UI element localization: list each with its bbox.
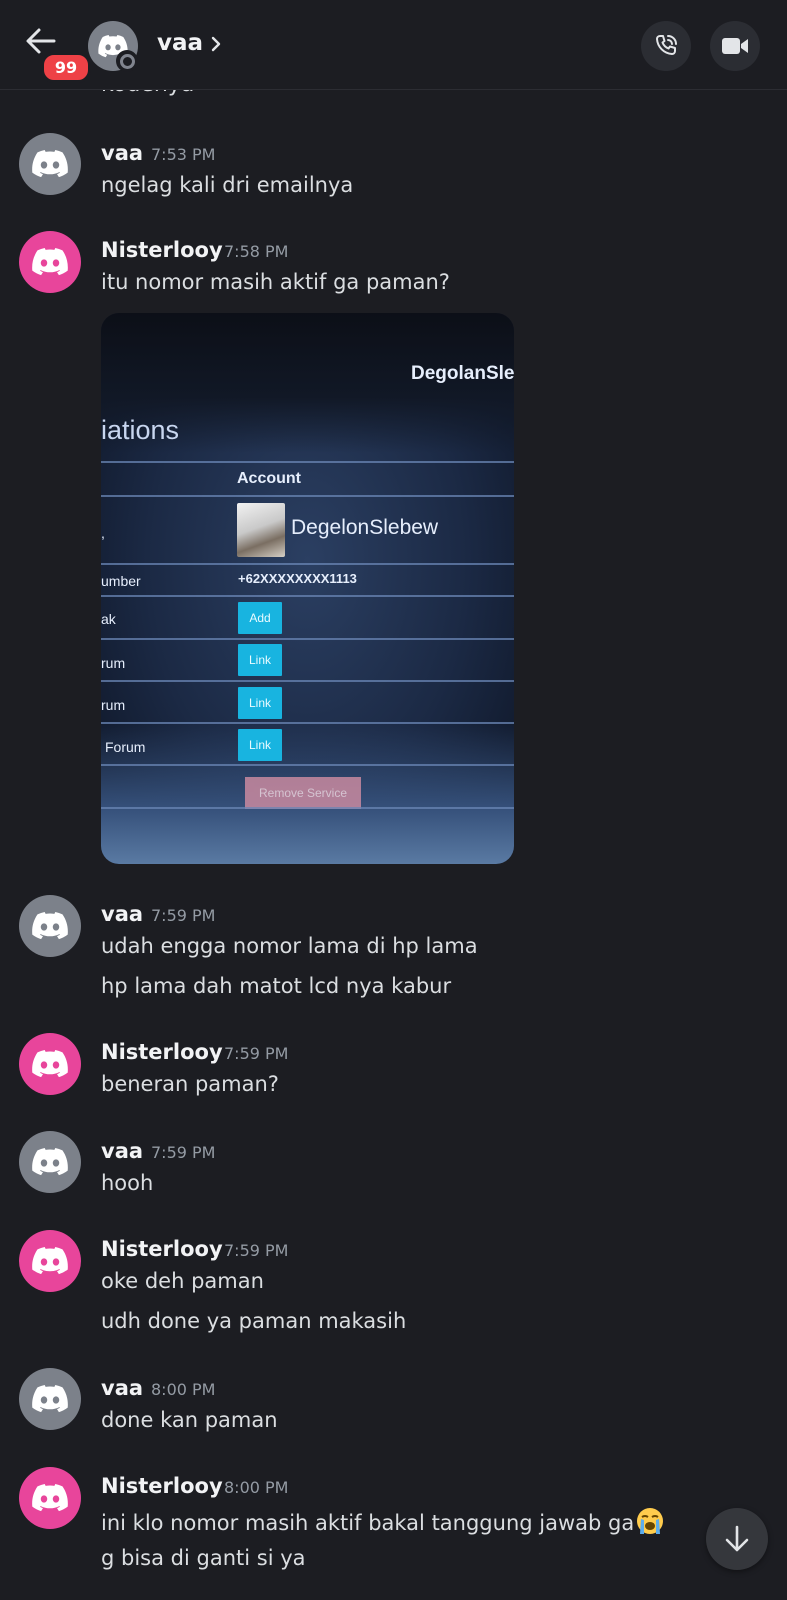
discord-logo-icon xyxy=(32,1385,68,1413)
row-label: rum xyxy=(101,697,126,713)
attachment-column-header: Account xyxy=(237,470,301,487)
message-timestamp: 7:58 PM xyxy=(224,242,289,261)
video-call-button[interactable] xyxy=(710,21,760,71)
message-text: ngelag kali dri emailnya xyxy=(101,173,354,197)
message-author[interactable]: vaa xyxy=(101,1139,143,1163)
attachment-phone: +62XXXXXXXX1113 xyxy=(238,571,357,586)
message-author[interactable]: Nisterlooy xyxy=(101,1040,223,1064)
divider xyxy=(101,680,514,682)
arrow-down-icon xyxy=(725,1525,749,1552)
message-author[interactable]: Nisterlooy xyxy=(101,238,223,262)
account-photo xyxy=(237,503,285,557)
message-timestamp: 7:59 PM xyxy=(224,1241,289,1260)
discord-logo-icon xyxy=(32,248,68,276)
voice-call-button[interactable] xyxy=(641,21,691,71)
message-author[interactable]: vaa xyxy=(101,902,143,926)
message-text: itu nomor masih aktif ga paman? xyxy=(101,270,450,294)
avatar[interactable] xyxy=(19,1467,81,1529)
avatar[interactable] xyxy=(19,1033,81,1095)
remove-service-button: Remove Service xyxy=(245,777,361,809)
row-label: rum xyxy=(101,655,126,671)
message-text: hp lama dah matot lcd nya kabur xyxy=(101,974,452,998)
discord-logo-icon xyxy=(32,1050,68,1078)
divider xyxy=(101,595,514,597)
channel-name[interactable]: vaa xyxy=(157,30,203,56)
message-timestamp: 7:59 PM xyxy=(151,906,216,925)
link-button: Link xyxy=(238,687,282,719)
message-text: oke deh paman xyxy=(101,1269,264,1293)
attachment-section-title: iations xyxy=(101,415,180,445)
top-bar: 99 vaa xyxy=(0,0,787,90)
loudly-crying-face-emoji xyxy=(637,1508,664,1534)
discord-logo-icon xyxy=(32,912,68,940)
message-text: g bisa di ganti si ya xyxy=(101,1546,306,1570)
divider xyxy=(101,563,514,565)
message-timestamp: 7:59 PM xyxy=(224,1044,289,1063)
divider xyxy=(101,807,514,809)
message-author[interactable]: vaa xyxy=(101,1376,143,1400)
offline-status-icon xyxy=(116,50,138,72)
message-text: hooh xyxy=(101,1171,154,1195)
message-text: done kan paman xyxy=(101,1408,278,1432)
phone-call-icon xyxy=(656,35,677,55)
discord-logo-icon xyxy=(32,1148,68,1176)
message-author[interactable]: vaa xyxy=(101,141,143,165)
message-timestamp: 8:00 PM xyxy=(151,1380,216,1399)
attachment-account-name: DegelonSlebew xyxy=(291,516,439,539)
dm-screen: kodenya vaa 7:53 PM ngelag kali dri emai… xyxy=(0,0,787,1600)
row-label: Forum xyxy=(105,739,146,755)
message-timestamp: 7:53 PM xyxy=(151,145,216,164)
jump-to-bottom-button[interactable] xyxy=(706,1508,768,1570)
image-attachment[interactable]: DegolanSle iations Account , DegelonSleb… xyxy=(101,313,514,864)
message-text: udh done ya paman makasih xyxy=(101,1309,407,1333)
message-text-content: ini klo nomor masih aktif bakal tanggung… xyxy=(101,1511,635,1535)
divider xyxy=(101,638,514,640)
message-author[interactable]: Nisterlooy xyxy=(101,1474,223,1498)
message-timestamp: 8:00 PM xyxy=(224,1478,289,1497)
divider xyxy=(101,461,514,463)
discord-logo-icon xyxy=(32,150,68,178)
video-camera-icon xyxy=(722,38,748,54)
row-label: ak xyxy=(101,611,116,627)
unread-badge: 99 xyxy=(41,52,91,83)
attachment-username: DegolanSle xyxy=(411,363,514,384)
message-text: udah engga nomor lama di hp lama xyxy=(101,934,478,958)
chevron-right-icon[interactable] xyxy=(210,35,222,53)
add-button: Add xyxy=(238,602,282,634)
message-timestamp: 7:59 PM xyxy=(151,1143,216,1162)
avatar[interactable] xyxy=(19,231,81,293)
message-list[interactable]: kodenya vaa 7:53 PM ngelag kali dri emai… xyxy=(0,0,787,1600)
divider xyxy=(101,495,514,497)
avatar[interactable] xyxy=(19,1368,81,1430)
divider xyxy=(101,764,514,766)
message-author[interactable]: Nisterlooy xyxy=(101,1237,223,1261)
avatar[interactable] xyxy=(19,895,81,957)
message-text: ini klo nomor masih aktif bakal tanggung… xyxy=(101,1506,665,1536)
message-text: beneran paman? xyxy=(101,1072,279,1096)
divider xyxy=(101,722,514,724)
avatar[interactable] xyxy=(19,133,81,195)
avatar[interactable] xyxy=(19,1230,81,1292)
row-label: , xyxy=(101,525,105,541)
discord-logo-icon xyxy=(32,1484,68,1512)
avatar[interactable] xyxy=(19,1131,81,1193)
link-button: Link xyxy=(238,644,282,676)
link-button: Link xyxy=(238,729,282,761)
row-label: umber xyxy=(101,573,141,589)
discord-logo-icon xyxy=(32,1247,68,1275)
